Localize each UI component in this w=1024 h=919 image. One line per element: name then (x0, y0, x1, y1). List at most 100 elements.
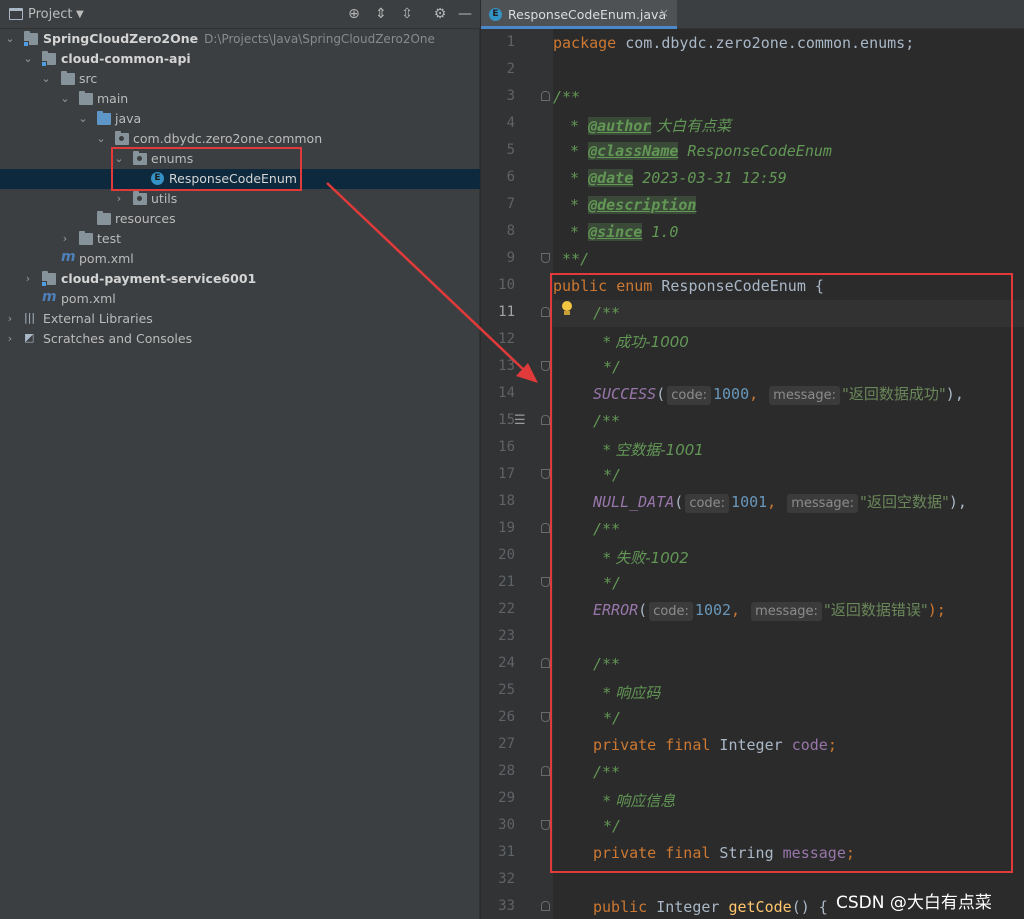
tree-item-java[interactable]: ⌄ java (0, 109, 480, 129)
chevron-right-icon[interactable]: › (113, 190, 125, 208)
maven-icon: m (61, 249, 76, 265)
project-window-icon (9, 8, 23, 20)
package-icon (115, 131, 129, 145)
fold-marker-icon[interactable] (541, 523, 550, 533)
tree-item-label: test (97, 231, 122, 246)
code-line-7: * @description (561, 196, 697, 214)
fold-marker-icon[interactable] (541, 91, 550, 101)
fold-marker-icon[interactable] (541, 766, 550, 776)
libraries-icon: ||| (24, 311, 36, 324)
tree-item-root-pom-xml[interactable]: m pom.xml (0, 289, 480, 309)
tree-item-label: src (79, 71, 98, 86)
line-number: 1 (506, 34, 515, 50)
scratches-icon: ◩ (24, 331, 35, 344)
code-line-3: /** (553, 88, 581, 106)
chevron-down-icon[interactable]: ▼ (76, 9, 84, 20)
line-number: 7 (506, 196, 515, 212)
code-line-9: **/ (553, 250, 590, 268)
code-line-4: * @author 大白有点菜 (561, 117, 732, 135)
project-tool-window: Project ▼ ⊕ ⇕ ⇳ ⚙ — ⌄ SpringCloudZero2On… (0, 0, 480, 919)
fold-marker-icon[interactable] (541, 901, 550, 911)
tree-item-label: External Libraries (43, 311, 153, 326)
tab-label: ResponseCodeEnum.java (508, 7, 667, 22)
fold-marker-icon[interactable] (541, 469, 550, 479)
tree-item-src[interactable]: ⌄ src (0, 69, 480, 89)
tree-item-main[interactable]: ⌄ main (0, 89, 480, 109)
hide-icon[interactable]: — (456, 5, 474, 23)
tree-item-project-root[interactable]: ⌄ SpringCloudZero2One D:\Projects\Java\Sp… (0, 29, 480, 49)
gear-icon[interactable]: ⚙ (431, 5, 449, 23)
line-number: 13 (498, 358, 515, 374)
line-number: 17 (498, 466, 515, 482)
expand-all-icon[interactable]: ⇕ (372, 5, 390, 23)
code-line-8: * @since 1.0 (561, 223, 679, 241)
tree-item-label: Scratches and Consoles (43, 331, 193, 346)
line-number: 29 (498, 790, 515, 806)
fold-marker-icon[interactable] (541, 712, 550, 722)
fold-marker-icon[interactable] (541, 415, 550, 425)
module-folder-icon (23, 31, 38, 47)
editor-gutter[interactable]: 1 2 3 4 5 6 7 8 9 10 11 12 13 14 15 16 17 18 19 20 21 22 23 24 2… (481, 29, 553, 919)
chevron-down-icon[interactable]: ⌄ (95, 130, 107, 148)
tree-item-label: utils (151, 191, 178, 206)
line-number: 20 (498, 547, 515, 563)
chevron-right-icon[interactable]: › (22, 270, 34, 288)
tree-item-pom-xml[interactable]: m pom.xml (0, 249, 480, 269)
chevron-right-icon[interactable]: › (4, 310, 16, 328)
chevron-down-icon[interactable]: ⌄ (40, 70, 52, 88)
tree-item-utils[interactable]: › utils (0, 189, 480, 209)
folder-icon (79, 91, 93, 105)
enum-class-icon: E (489, 8, 502, 21)
chevron-right-icon[interactable]: › (4, 330, 16, 348)
tree-item-cloud-common-api[interactable]: ⌄ cloud-common-api (0, 49, 480, 69)
tree-item-label: pom.xml (61, 291, 116, 306)
fold-marker-icon[interactable] (541, 307, 550, 317)
tree-item-label: main (97, 91, 129, 106)
chevron-down-icon[interactable]: ⌄ (59, 90, 71, 108)
line-number: 26 (498, 709, 515, 725)
tree-item-package-common[interactable]: ⌄ com.dbydc.zero2one.common (0, 129, 480, 149)
implemented-list-icon[interactable]: ☰ (514, 413, 530, 428)
fold-marker-icon[interactable] (541, 658, 550, 668)
line-number: 9 (506, 250, 515, 266)
project-view-selector[interactable]: Project (28, 7, 72, 22)
line-number: 14 (498, 385, 515, 401)
folder-icon (61, 71, 75, 85)
line-number: 10 (498, 277, 515, 293)
line-number: 15 (498, 412, 515, 428)
chevron-down-icon[interactable]: ⌄ (77, 110, 89, 128)
chevron-down-icon[interactable]: ⌄ (22, 50, 34, 68)
line-number: 33 (498, 898, 515, 914)
source-folder-icon (97, 111, 111, 125)
tree-item-cloud-payment-service[interactable]: › cloud-payment-service6001 (0, 269, 480, 289)
fold-marker-icon[interactable] (541, 577, 550, 587)
chevron-right-icon[interactable]: › (59, 230, 71, 248)
fold-marker-icon[interactable] (541, 361, 550, 371)
annotation-box-tree (111, 147, 302, 191)
tree-item-label: pom.xml (79, 251, 134, 266)
line-number: 21 (498, 574, 515, 590)
line-number: 11 (498, 304, 515, 320)
fold-marker-icon[interactable] (541, 253, 550, 263)
locate-target-icon[interactable]: ⊕ (345, 5, 363, 23)
tree-item-resources[interactable]: resources (0, 209, 480, 229)
tree-item-scratches[interactable]: › ◩ Scratches and Consoles (0, 329, 480, 349)
chevron-down-icon[interactable]: ⌄ (4, 30, 16, 48)
code-line-1: package com.dbydc.zero2one.common.enums; (553, 34, 915, 52)
line-number: 4 (506, 115, 515, 131)
close-icon[interactable]: × (659, 6, 669, 20)
collapse-all-icon[interactable]: ⇳ (398, 5, 416, 23)
tree-item-test[interactable]: › test (0, 229, 480, 249)
line-number: 25 (498, 682, 515, 698)
line-number: 19 (498, 520, 515, 536)
module-folder-icon (41, 271, 56, 287)
fold-marker-icon[interactable] (541, 820, 550, 830)
project-toolbar: Project ▼ ⊕ ⇕ ⇳ ⚙ — (0, 0, 480, 29)
tree-item-external-libraries[interactable]: › ||| External Libraries (0, 309, 480, 329)
line-number: 27 (498, 736, 515, 752)
tab-response-code-enum[interactable]: E ResponseCodeEnum.java × (481, 0, 677, 29)
line-number: 8 (506, 223, 515, 239)
line-number: 5 (506, 142, 515, 158)
line-number: 30 (498, 817, 515, 833)
line-number: 18 (498, 493, 515, 509)
